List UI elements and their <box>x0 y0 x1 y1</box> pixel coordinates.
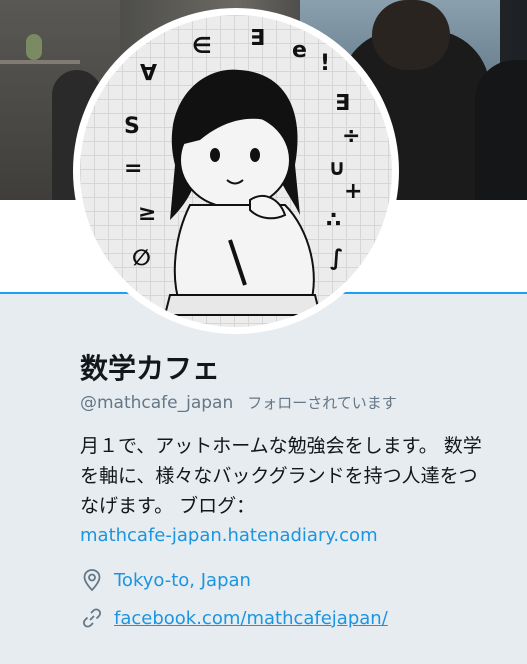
profile-location[interactable]: Tokyo-to, Japan <box>114 570 251 591</box>
location-row: Tokyo-to, Japan <box>80 567 510 593</box>
bio-text: 月１で、アットホームな勉強会をします。 数学を軸に、様々なバックグランドを持つ人… <box>80 435 482 517</box>
avatar-symbol: = <box>124 156 142 181</box>
profile-website-link[interactable]: facebook.com/mathcafejapan/ <box>114 608 388 629</box>
avatar-symbol: ≥ <box>138 201 156 226</box>
avatar-symbol: ∀ <box>140 61 157 86</box>
profile-handle[interactable]: @mathcafe_japan <box>80 393 233 413</box>
profile-name[interactable]: 数学カフェ <box>80 352 510 386</box>
avatar-drawing: ∀ ∈ ∃ e ! ∃ ÷ ∪ + ∴ ∫ ∅ ≥ = S <box>124 26 362 316</box>
avatar-symbol: + <box>344 179 362 204</box>
avatar-symbol: ∃ <box>250 26 265 51</box>
avatar-symbol: ∅ <box>132 246 151 271</box>
avatar-symbol: ∃ <box>335 91 350 116</box>
avatar-symbol: ∫ <box>330 246 343 271</box>
handle-row: @mathcafe_japan フォローされています <box>80 392 510 413</box>
avatar-symbol: ∴ <box>326 208 341 233</box>
avatar-symbol: ÷ <box>342 124 360 149</box>
profile-bio: 月１で、アットホームな勉強会をします。 数学を軸に、様々なバックグランドを持つ人… <box>80 431 490 551</box>
map-pin-icon <box>80 568 104 592</box>
avatar-symbol: e <box>292 38 307 63</box>
follows-you-badge: フォローされています <box>247 394 397 412</box>
bio-blog-link[interactable]: mathcafe-japan.hatenadiary.com <box>80 521 490 551</box>
link-icon <box>80 606 104 630</box>
banner-person-head <box>372 0 450 70</box>
profile-avatar[interactable]: ∀ ∈ ∃ e ! ∃ ÷ ∪ + ∴ ∫ ∅ ≥ = S <box>73 8 399 334</box>
avatar-illustration: ∀ ∈ ∃ e ! ∃ ÷ ∪ + ∴ ∫ ∅ ≥ = S <box>80 15 392 327</box>
avatar-symbol: ∪ <box>328 156 346 181</box>
avatar-symbol: ∈ <box>192 34 212 59</box>
banner-plant <box>26 34 42 60</box>
banner-shelf <box>0 60 80 64</box>
avatar-symbol: ! <box>320 51 330 76</box>
website-row: facebook.com/mathcafejapan/ <box>80 605 510 631</box>
profile-info: 数学カフェ @mathcafe_japan フォローされています 月１で、アット… <box>80 352 510 631</box>
avatar-symbol: S <box>124 114 140 139</box>
banner-person-right <box>475 60 527 200</box>
